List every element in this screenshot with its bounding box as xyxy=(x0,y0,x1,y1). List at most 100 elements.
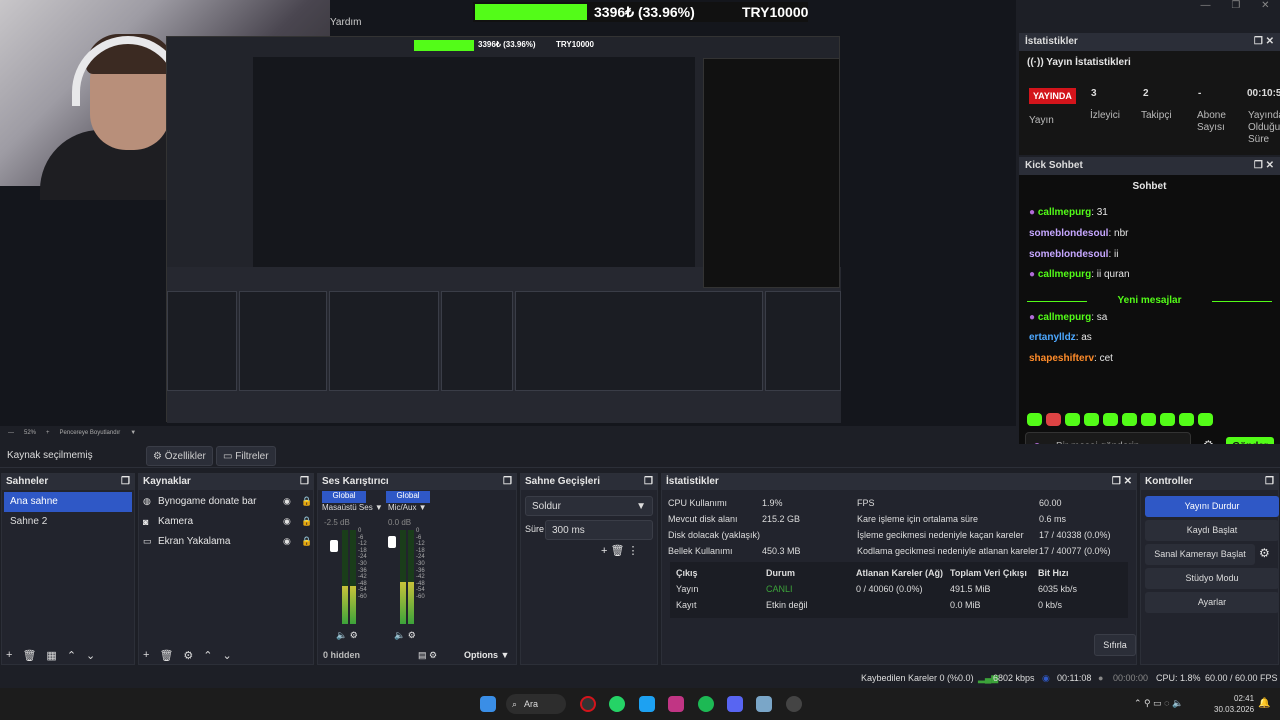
trash-icon[interactable]: 🗑 xyxy=(159,649,173,662)
emote-row[interactable] xyxy=(1027,413,1213,426)
lock-icon[interactable]: 🔒 xyxy=(301,536,312,547)
emote-icon[interactable] xyxy=(1103,413,1118,426)
transition-actions[interactable]: + 🗑 ⋮ xyxy=(601,544,639,557)
speaker-icon[interactable]: 🔈 ⚙ xyxy=(394,630,416,641)
close-icon[interactable]: ✕ xyxy=(1261,0,1269,14)
source-item[interactable]: ◙ Kamera ◉ 🔒 xyxy=(143,516,313,527)
dock-float-icon[interactable]: ❐ xyxy=(121,476,130,488)
dock-float-close-icon[interactable]: ❐ ✕ xyxy=(1254,160,1274,172)
filter-icon[interactable]: ▦ xyxy=(46,649,56,662)
emote-icon[interactable] xyxy=(1027,413,1042,426)
mixer-layout-icon[interactable]: ▤ ⚙ xyxy=(418,650,437,661)
stop-stream-button[interactable]: Yayını Durdur xyxy=(1145,496,1279,517)
emote-icon[interactable] xyxy=(1198,413,1213,426)
chat-user[interactable]: ertanylldz xyxy=(1029,332,1076,343)
scene-item[interactable]: Ana sahne xyxy=(4,492,132,512)
instagram-icon[interactable] xyxy=(668,696,684,712)
minimize-icon[interactable]: — xyxy=(1200,0,1210,14)
lock-icon[interactable]: 🔒 xyxy=(301,496,312,507)
nested-donation-goal: TRY10000 xyxy=(556,40,594,49)
emote-icon[interactable] xyxy=(1084,413,1099,426)
start-record-button[interactable]: Kaydı Başlat xyxy=(1145,520,1279,541)
options-button[interactable]: Options ▼ xyxy=(464,650,509,660)
fit-mode[interactable]: Pencereye Boyutlandır xyxy=(60,430,121,436)
chevron-down-icon[interactable]: ⌄ xyxy=(223,649,232,662)
volume-slider[interactable] xyxy=(388,536,396,548)
dock-float-icon[interactable]: ❐ xyxy=(1265,476,1274,488)
duration-value: 00:10:5 xyxy=(1247,88,1280,99)
obs-icon[interactable] xyxy=(580,696,596,712)
menu-help[interactable]: Yardım xyxy=(330,17,362,28)
lock-icon[interactable]: 🔒 xyxy=(301,516,312,527)
app-icon[interactable] xyxy=(756,696,772,712)
emote-icon[interactable] xyxy=(1065,413,1080,426)
source-item[interactable]: ▭ Ekran Yakalama ◉ 🔒 xyxy=(143,536,313,547)
add-icon[interactable]: + xyxy=(6,649,12,662)
audio-mixer-dock: Ses Karıştırıcı ❐ Global Global Masaüstü … xyxy=(317,473,517,665)
studio-mode-button[interactable]: Stüdyo Modu xyxy=(1145,568,1279,589)
windows-start-icon[interactable] xyxy=(480,696,496,712)
chevron-up-icon[interactable]: ⌃ xyxy=(67,649,76,662)
chevron-up-icon[interactable]: ⌃ xyxy=(203,649,212,662)
output-table: Çıkış Durum Atlanan Kareler (Ağ) Toplam … xyxy=(670,562,1128,618)
reset-button[interactable]: Sıfırla xyxy=(1094,634,1136,656)
twitter-icon[interactable] xyxy=(639,696,655,712)
virtual-cam-button[interactable]: Sanal Kamerayı Başlat xyxy=(1145,544,1255,565)
zoom-minus-icon[interactable]: — xyxy=(8,430,14,436)
filters-label: Filtreler xyxy=(235,451,269,462)
eye-icon[interactable]: ◉ xyxy=(283,496,291,507)
whatsapp-icon[interactable] xyxy=(609,696,625,712)
channel-name[interactable]: Mic/Aux ▼ xyxy=(388,503,427,512)
nested-chat xyxy=(703,58,840,288)
app-icon[interactable] xyxy=(786,696,802,712)
dock-float-icon[interactable]: ❐ xyxy=(503,476,512,488)
volume-meter xyxy=(408,530,414,624)
gear-icon[interactable]: ⚙ xyxy=(1259,546,1270,560)
settings-button[interactable]: Ayarlar xyxy=(1145,592,1279,613)
duration-input[interactable]: 300 ms xyxy=(545,520,653,540)
source-item[interactable]: ◍ Bynogame donate bar ◉ 🔒 xyxy=(143,496,313,507)
speaker-icon[interactable]: 🔈 ⚙ xyxy=(336,630,358,641)
dock-float-close-icon[interactable]: ❐ ✕ xyxy=(1112,476,1132,488)
zoom-bar[interactable]: — 52% + Pencereye Boyutlandır ▼ xyxy=(0,426,1016,440)
filter-icon: ▭ xyxy=(223,451,236,462)
dock-float-icon[interactable]: ❐ xyxy=(300,476,309,488)
chevron-down-icon[interactable]: ▼ xyxy=(130,430,136,436)
filters-button[interactable]: ▭ Filtreler xyxy=(216,446,276,466)
emote-icon[interactable] xyxy=(1179,413,1194,426)
add-icon[interactable]: + xyxy=(143,649,149,662)
emote-icon[interactable] xyxy=(1122,413,1137,426)
notification-icon[interactable]: 🔔 xyxy=(1258,698,1270,709)
trash-icon[interactable]: 🗑 xyxy=(22,649,36,662)
clock[interactable]: 02:41 30.03.2026 xyxy=(1214,693,1254,715)
volume-slider[interactable] xyxy=(330,540,338,552)
properties-button[interactable]: ⚙ Özellikler xyxy=(146,446,213,466)
eye-icon[interactable]: ◉ xyxy=(283,536,291,547)
eye-icon[interactable]: ◉ xyxy=(283,516,291,527)
chat-user[interactable]: someblondesoul xyxy=(1029,249,1108,260)
scene-item[interactable]: Sahne 2 xyxy=(4,512,132,532)
hidden-count: 0 hidden xyxy=(323,650,361,660)
transition-select[interactable]: Soldur ▼ xyxy=(525,496,653,516)
chat-user[interactable]: shapeshifterv xyxy=(1029,353,1094,364)
dock-float-close-icon[interactable]: ❐ ✕ xyxy=(1254,36,1274,48)
taskbar-search[interactable]: ⌕ Ara xyxy=(506,694,566,714)
maximize-icon[interactable]: ❐ xyxy=(1231,0,1240,14)
gear-icon[interactable]: ⚙ xyxy=(183,649,193,662)
dock-float-icon[interactable]: ❐ xyxy=(644,476,653,488)
zoom-plus-icon[interactable]: + xyxy=(46,430,50,436)
chat-user[interactable]: someblondesoul xyxy=(1029,228,1108,239)
emote-icon[interactable] xyxy=(1046,413,1061,426)
emote-icon[interactable] xyxy=(1160,413,1175,426)
chat-user[interactable]: callmepurg xyxy=(1038,312,1091,323)
channel-name[interactable]: Masaüstü Ses ▼ xyxy=(322,503,383,512)
emote-icon[interactable] xyxy=(1141,413,1156,426)
tray-icons[interactable]: ⌃ ⚲ ▭ ◌ 🔈 xyxy=(1134,698,1183,709)
discord-icon[interactable] xyxy=(727,696,743,712)
spotify-icon[interactable] xyxy=(698,696,714,712)
chat-user[interactable]: callmepurg xyxy=(1038,207,1091,218)
chevron-down-icon[interactable]: ⌄ xyxy=(86,649,95,662)
bitrate: 6802 kbps xyxy=(993,673,1035,683)
window-controls[interactable]: — ❐ ✕ xyxy=(1190,0,1280,14)
chat-user[interactable]: callmepurg xyxy=(1038,269,1091,280)
